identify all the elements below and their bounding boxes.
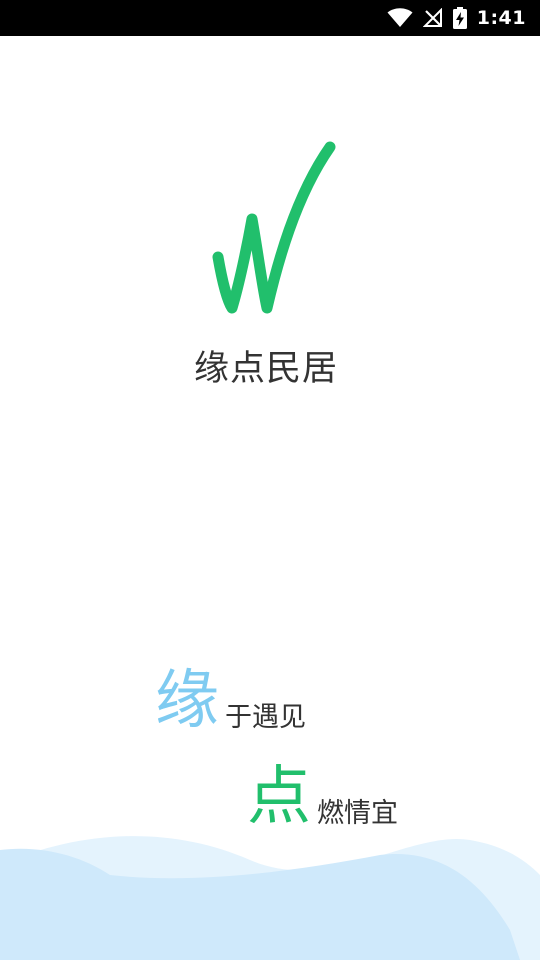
no-signal-icon xyxy=(422,8,443,28)
app-name: 缘点民居 xyxy=(193,349,338,389)
slogan-line-1: 缘 于遇见 xyxy=(155,664,306,738)
battery-charging-icon xyxy=(452,7,467,29)
app-logo xyxy=(205,135,340,320)
slogan-char-1: 缘 xyxy=(155,664,219,738)
splash-screen: 1:41 缘点民居 缘 于遇见 点 燃情宜 xyxy=(0,0,540,960)
wifi-icon xyxy=(387,8,413,28)
status-time: 1:41 xyxy=(476,7,526,29)
status-bar: 1:41 xyxy=(0,0,540,36)
status-icons: 1:41 xyxy=(387,0,526,36)
slogan-text-1: 于遇见 xyxy=(225,702,306,733)
decorative-waves xyxy=(0,820,540,960)
